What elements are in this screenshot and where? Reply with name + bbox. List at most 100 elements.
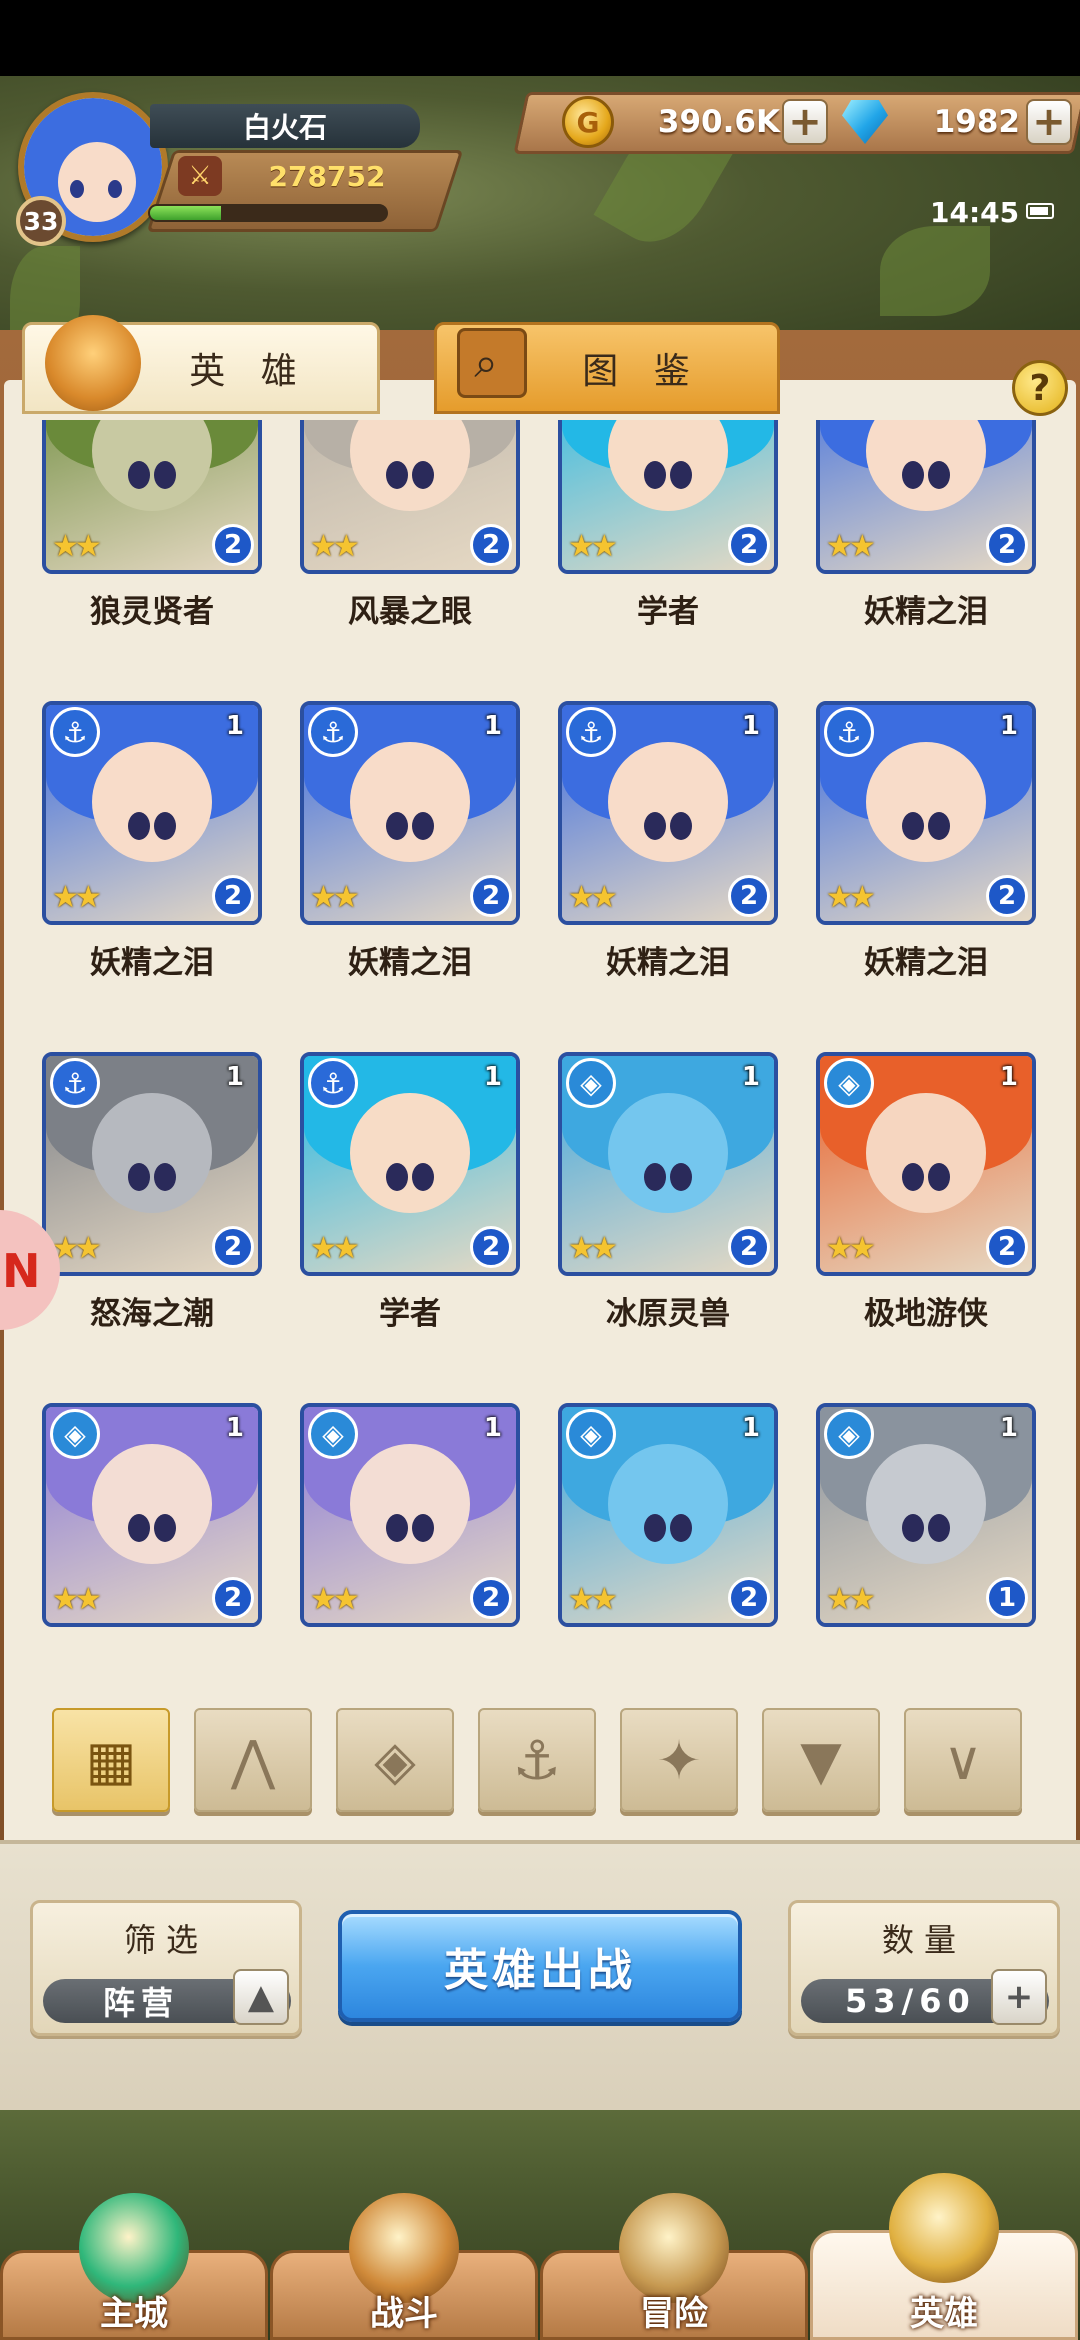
hero-card[interactable]: ⚓ 1 ★★ 2 妖精之泪 <box>778 420 1036 680</box>
filter-beast-button[interactable]: ✦ <box>620 1708 738 1812</box>
hero-rank: 1 <box>483 711 502 741</box>
hero-count-box: 数量 53/60 + <box>788 1900 1060 2036</box>
hero-stars: ★★ <box>826 529 876 564</box>
nav-tab-0[interactable]: 主城 <box>0 2193 268 2340</box>
hero-stars: ★★ <box>52 529 102 564</box>
hero-portrait-frame: W 1 ★★ 2 <box>42 420 262 574</box>
hero-level: 2 <box>470 524 512 566</box>
add-gold-button[interactable]: + <box>782 99 828 145</box>
gem-amount: 1982 <box>933 104 1020 140</box>
filter-toggle-button[interactable]: ▲ <box>233 1969 289 2025</box>
hero-rank: 1 <box>741 711 760 741</box>
filter-fang-button[interactable]: ▼ <box>762 1708 880 1812</box>
helmet-icon <box>45 315 141 411</box>
hero-stars: ★★ <box>568 529 618 564</box>
hero-portrait-frame: ⚓ 1 ★★ 2 <box>816 420 1036 574</box>
filter-claw-button[interactable]: ⋀ <box>194 1708 312 1812</box>
hero-card[interactable]: ⚓ 1 ★★ 2 学者 <box>262 1052 520 1382</box>
hero-portrait-frame: ⚓ 1 ★★ 2 <box>300 701 520 925</box>
hero-portrait-frame: ◈ 1 ★★ 2 <box>816 1052 1036 1276</box>
hero-card[interactable]: W 1 ★★ 2 风暴之眼 <box>262 420 520 680</box>
hero-rank: 1 <box>483 1062 502 1092</box>
nav-icon <box>889 2173 999 2283</box>
faction-icon: ◈ <box>824 1058 874 1108</box>
faction-icon: ⚓ <box>50 1058 100 1108</box>
hero-grid[interactable]: W 1 ★★ 2 狼灵贤者 W 1 ★★ 2 风暴之眼 <box>4 420 1076 1670</box>
xp-fill <box>150 206 221 220</box>
nav-tab-1[interactable]: 战斗 <box>270 2193 538 2340</box>
nav-tab-2[interactable]: 冒险 <box>540 2193 808 2340</box>
faction-filter-bar: ▦ ⋀ ◈ ⚓ ✦ ▼ ∨ <box>52 1708 1032 1812</box>
hero-card[interactable]: ◈ 1 ★★ 2 极地游侠 <box>778 1052 1036 1382</box>
hero-card[interactable]: W 1 ★★ 2 狼灵贤者 <box>4 420 262 680</box>
hero-name: 妖精之泪 <box>348 945 472 981</box>
hero-stars: ★★ <box>568 1582 618 1617</box>
filter-all-button[interactable]: ▦ <box>52 1708 170 1812</box>
hero-name: 狼灵贤者 <box>90 594 214 630</box>
hero-card[interactable]: ⚓ 1 ★★ 2 学者 <box>520 420 778 680</box>
crossed-swords-icon: ⚔ <box>178 156 222 196</box>
hero-level: 2 <box>212 875 254 917</box>
hero-name: 风暴之眼 <box>348 594 472 630</box>
help-button[interactable]: ? <box>1012 360 1068 416</box>
hero-name: 学者 <box>379 1296 441 1332</box>
hero-stars: ★★ <box>310 1231 360 1266</box>
hero-card[interactable]: ◈ 1 ★★ 2 <box>520 1403 778 1670</box>
hero-level: 2 <box>986 524 1028 566</box>
hero-count-title: 数量 <box>881 1921 966 1959</box>
hero-rank: 1 <box>999 1413 1018 1443</box>
hero-card[interactable]: ⚓ 1 ★★ 2 妖精之泪 <box>262 701 520 1031</box>
hero-card[interactable]: ◈ 1 ★★ 1 <box>778 1403 1036 1670</box>
hero-name: 极地游侠 <box>864 1296 988 1332</box>
faction-icon: ⚓ <box>824 707 874 757</box>
hero-card[interactable]: ◈ 1 ★★ 2 <box>4 1403 262 1670</box>
claw-icon: ⋀ <box>230 1728 276 1792</box>
hero-stars: ★★ <box>568 880 618 915</box>
hero-stars: ★★ <box>52 880 102 915</box>
hero-card[interactable]: ◈ 1 ★★ 2 冰原灵兽 <box>520 1052 778 1382</box>
hero-stars: ★★ <box>568 1231 618 1266</box>
faction-icon: ◈ <box>824 1409 874 1459</box>
hero-portrait-frame: ⚓ 1 ★★ 2 <box>816 701 1036 925</box>
hero-card[interactable]: ⚓ 1 ★★ 2 怒海之潮 <box>4 1052 262 1382</box>
deploy-heroes-button[interactable]: 英雄出战 <box>338 1910 742 2022</box>
hero-card[interactable]: ⚓ 1 ★★ 2 妖精之泪 <box>4 701 262 1031</box>
tab-codex[interactable]: ⌕ 图 鉴 <box>434 322 780 414</box>
hero-name: 妖精之泪 <box>90 945 214 981</box>
hero-level: 1 <box>986 1577 1028 1619</box>
nav-label: 英雄 <box>910 2294 978 2334</box>
faction-icon: ⚓ <box>308 1058 358 1108</box>
beast-icon: ✦ <box>656 1728 702 1792</box>
hero-rank: 1 <box>225 1413 244 1443</box>
add-gems-button[interactable]: + <box>1026 99 1072 145</box>
player-level-badge: 33 <box>16 196 66 246</box>
hero-name: 妖精之泪 <box>864 945 988 981</box>
filter-anchor-button[interactable]: ⚓ <box>478 1708 596 1812</box>
hero-portrait-frame: ◈ 1 ★★ 1 <box>816 1403 1036 1627</box>
nav-tab-3[interactable]: 英雄 <box>810 2173 1078 2340</box>
clock: 14:45 <box>930 196 1020 229</box>
hero-level: 2 <box>470 1577 512 1619</box>
nav-label: 冒险 <box>640 2294 708 2334</box>
tab-heroes[interactable]: 英 雄 <box>22 315 380 414</box>
hero-card[interactable]: ⚓ 1 ★★ 2 妖精之泪 <box>520 701 778 1031</box>
fang-icon: ▼ <box>800 1728 842 1792</box>
expand-capacity-button[interactable]: + <box>991 1969 1047 2025</box>
hero-card[interactable]: ◈ 1 ★★ 2 <box>262 1403 520 1670</box>
faction-icon: ⚓ <box>50 707 100 757</box>
hero-level: 2 <box>728 524 770 566</box>
gold-coin-icon: G <box>562 96 614 148</box>
filter-horns-button[interactable]: ∨ <box>904 1708 1022 1812</box>
filter-box: 筛选 阵营 ▲ <box>30 1900 302 2036</box>
hero-rank: 1 <box>741 1413 760 1443</box>
diamond-icon: ◈ <box>374 1728 416 1792</box>
hero-card[interactable]: ⚓ 1 ★★ 2 妖精之泪 <box>778 701 1036 1031</box>
hero-level: 2 <box>470 1226 512 1268</box>
player-name: 白火石 <box>150 104 420 148</box>
filter-diamond-button[interactable]: ◈ <box>336 1708 454 1812</box>
hero-level: 2 <box>470 875 512 917</box>
hero-name: 妖精之泪 <box>606 945 730 981</box>
hero-level: 2 <box>212 1577 254 1619</box>
hero-portrait-frame: ⚓ 1 ★★ 2 <box>42 1052 262 1276</box>
hero-portrait-frame: ⚓ 1 ★★ 2 <box>42 701 262 925</box>
